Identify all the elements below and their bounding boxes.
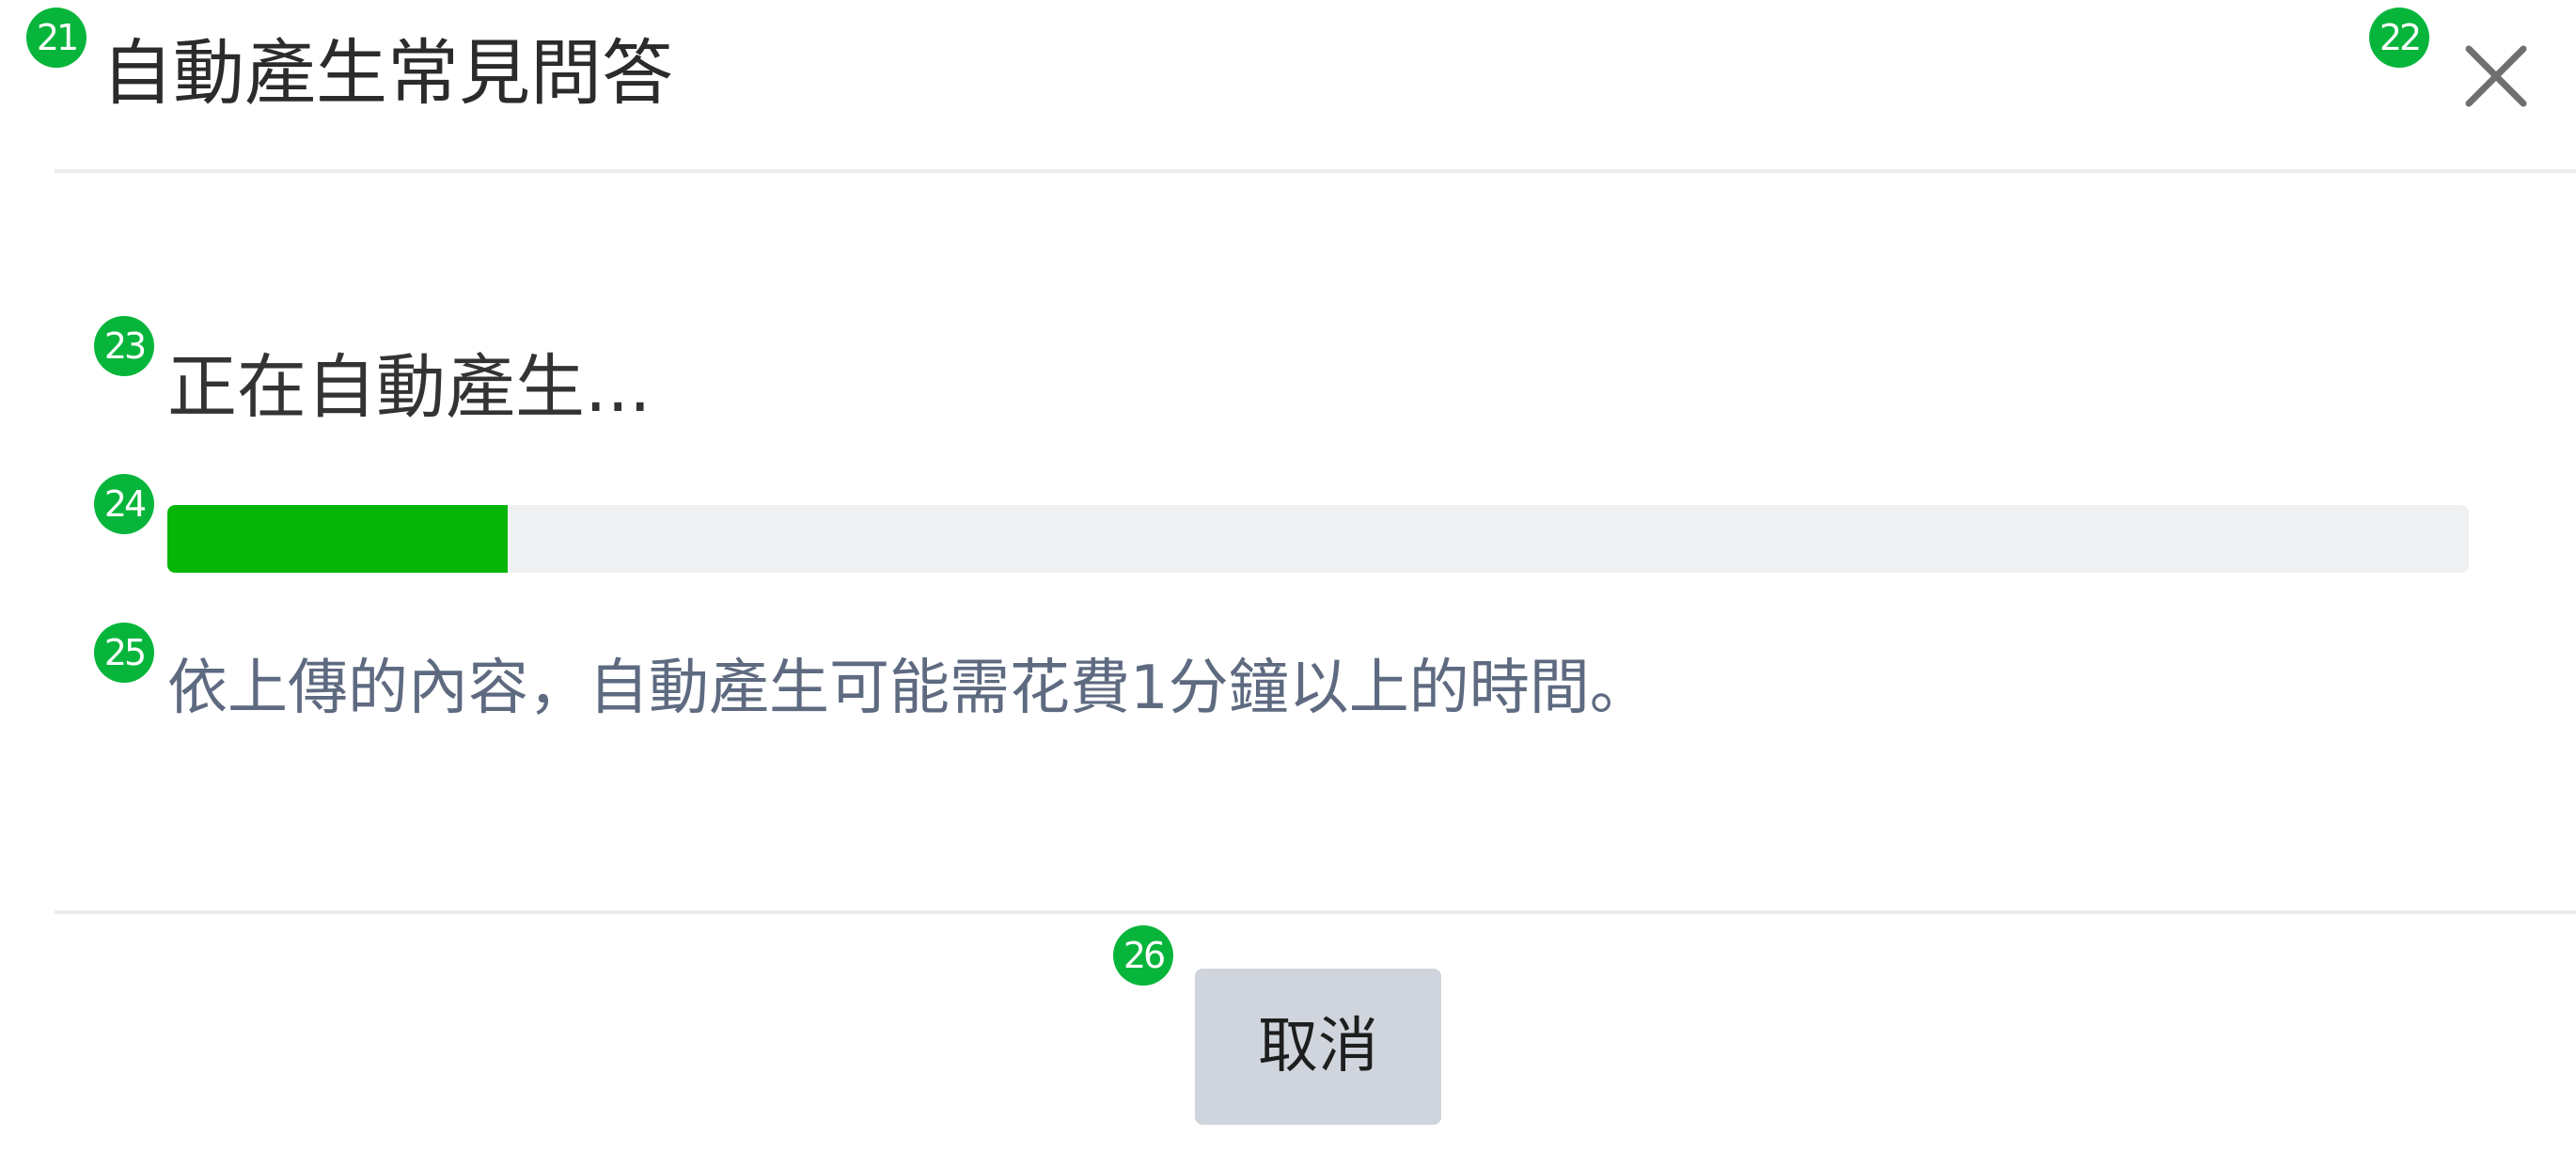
marker-badge-close: 22: [2369, 8, 2429, 68]
close-icon: [2465, 45, 2527, 107]
marker-badge-info: 25: [94, 623, 154, 683]
marker-badge-status: 23: [94, 316, 154, 376]
auto-faq-dialog: 21 自動產生常見問答 22 23 正在自動產生... 24 25 依上傳的內容…: [0, 0, 2576, 1168]
progress-info-text: 依上傳的內容，自動產生可能需花費1分鐘以上的時間。: [167, 654, 1650, 723]
progress-bar: [167, 505, 2469, 573]
marker-badge-cancel: 26: [1113, 925, 1173, 986]
cancel-button[interactable]: 取消: [1195, 969, 1441, 1125]
footer-divider: [55, 910, 2576, 914]
progress-status-text: 正在自動產生...: [167, 347, 652, 428]
progress-bar-fill: [167, 505, 509, 573]
dialog-title: 自動產生常見問答: [102, 31, 673, 115]
close-button[interactable]: [2454, 34, 2538, 118]
header-divider: [55, 169, 2576, 173]
marker-badge-progress: 24: [94, 474, 154, 534]
marker-badge-title: 21: [26, 8, 86, 68]
